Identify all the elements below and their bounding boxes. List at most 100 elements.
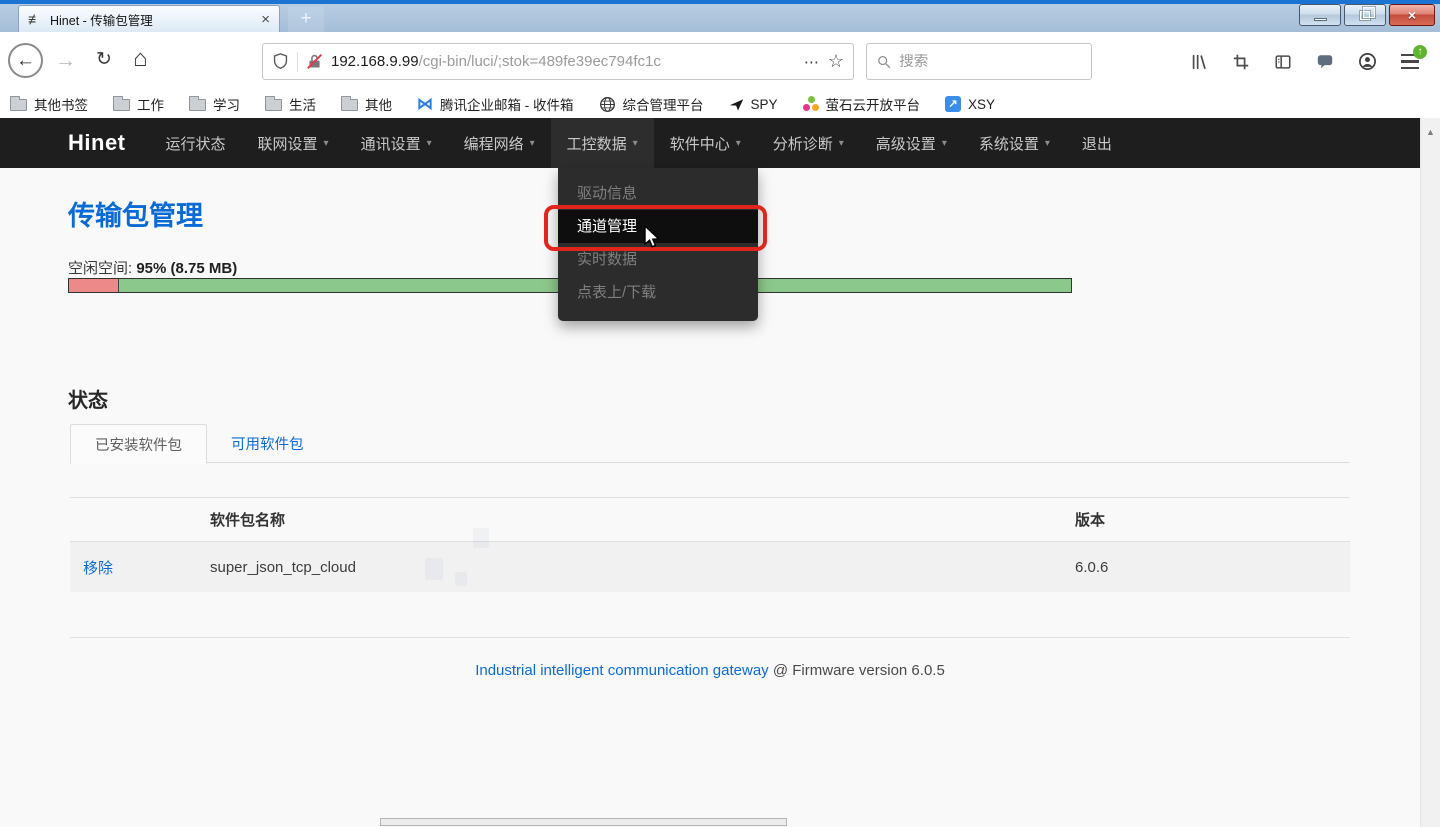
bookmark-folder-life[interactable]: 生活: [265, 94, 316, 114]
header-version: 版本: [1075, 509, 1350, 530]
library-icon[interactable]: [1190, 53, 1208, 71]
nav-label: 通讯设置: [361, 133, 421, 154]
bookmark-label: 萤石云开放平台: [826, 94, 921, 114]
update-badge: ↑: [1413, 45, 1427, 59]
account-icon[interactable]: [1358, 52, 1377, 71]
reload-button[interactable]: ↻: [96, 48, 112, 71]
nav-label: 编程网络: [464, 133, 524, 154]
menu-item-point-table-transfer[interactable]: 点表上/下载: [558, 276, 758, 309]
xsy-icon: ↗: [945, 96, 961, 112]
nav-item-comm-settings[interactable]: 通讯设置 ▾: [345, 118, 448, 168]
home-button[interactable]: ⌂: [133, 45, 148, 73]
remove-link[interactable]: 移除: [83, 560, 113, 577]
bookmark-label: 腾讯企业邮箱 - 收件箱: [440, 94, 574, 114]
tab-title: Hinet - 传输包管理: [50, 10, 253, 29]
bookmark-label: XSY: [968, 97, 995, 112]
bookmark-star-icon[interactable]: ☆: [828, 51, 844, 72]
scroll-up-arrow-icon[interactable]: ▲: [1421, 127, 1440, 137]
minimize-icon: [1314, 18, 1327, 21]
url-text[interactable]: 192.168.9.99/cgi-bin/luci/;stok=489fe39e…: [331, 53, 796, 70]
nav-item-running-status[interactable]: 运行状态: [150, 118, 242, 168]
new-tab-button[interactable]: +: [288, 7, 324, 32]
nav-item-advanced-settings[interactable]: 高级设置▾: [860, 118, 963, 168]
bookmark-mgmt-platform[interactable]: 综合管理平台: [599, 94, 704, 114]
nav-label: 系统设置: [979, 133, 1039, 154]
caret-down-icon: ▾: [324, 138, 329, 149]
close-button[interactable]: ×: [1389, 4, 1435, 26]
mouse-cursor: [640, 224, 664, 250]
gateway-link[interactable]: Industrial intelligent communication gat…: [475, 662, 769, 679]
menu-hamburger-icon[interactable]: ↑: [1401, 54, 1419, 70]
watermark: [425, 528, 505, 593]
free-space-label: 空闲空间:: [68, 260, 132, 277]
restore-button[interactable]: [1344, 4, 1386, 26]
forward-button[interactable]: →: [55, 49, 76, 73]
tab-close-icon[interactable]: ×: [261, 11, 270, 28]
bookmark-folder-misc[interactable]: 其他: [341, 94, 392, 114]
window-top-accent: [0, 0, 1440, 4]
caret-down-icon: ▾: [427, 138, 432, 149]
bookmark-spy[interactable]: SPY: [729, 97, 778, 112]
nav-item-programming-network[interactable]: 编程网络▾: [448, 118, 551, 168]
bookmark-label: SPY: [751, 97, 778, 112]
browser-tab[interactable]: ≢ Hinet - 传输包管理 ×: [18, 5, 280, 32]
table-row: 移除 super_json_tcp_cloud 6.0.6: [70, 542, 1350, 592]
bookmark-folder-study[interactable]: 学习: [189, 94, 240, 114]
bookmark-xsy[interactable]: ↗ XSY: [945, 96, 995, 112]
section-divider: [70, 637, 1350, 638]
bookmark-folder-work[interactable]: 工作: [113, 94, 164, 114]
nav-item-analysis-diagnosis[interactable]: 分析诊断▾: [757, 118, 860, 168]
sidebar-icon[interactable]: [1274, 53, 1292, 71]
page-actions-icon[interactable]: ⋯: [804, 53, 820, 71]
folder-icon: [113, 99, 130, 111]
app-navbar: Hinet 运行状态 联网设置▾ 通讯设置▾ 编程网络▾ 工控数据▾ 软件中心▾…: [0, 118, 1420, 168]
tracking-shield-icon[interactable]: [272, 53, 289, 70]
app-logo[interactable]: Hinet: [68, 130, 126, 156]
nav-item-logout[interactable]: 退出: [1066, 118, 1128, 168]
folder-icon: [341, 99, 358, 111]
insecure-lock-icon[interactable]: [306, 53, 323, 70]
status-heading: 状态: [68, 384, 108, 413]
bookmark-folder-other-bookmarks[interactable]: 其他书签: [10, 94, 88, 114]
bookmark-label: 工作: [137, 94, 164, 114]
free-space-text: 空闲空间: 95% (8.75 MB): [68, 257, 237, 278]
url-host: 192.168.9.99: [331, 53, 419, 70]
horizontal-scrollbar-thumb[interactable]: [380, 818, 787, 826]
restore-icon: [1360, 11, 1370, 20]
bookmark-exmail[interactable]: ⋈腾讯企业邮箱 - 收件箱: [417, 94, 574, 114]
bookmark-label: 其他: [365, 94, 392, 114]
nav-item-software-center[interactable]: 软件中心▾: [654, 118, 757, 168]
screenshot-icon[interactable]: [1232, 53, 1250, 71]
table-header-row: 软件包名称 版本: [70, 497, 1350, 542]
bookmarks-bar: 其他书签 工作 学习 生活 其他 ⋈腾讯企业邮箱 - 收件箱 综合管理平台 SP…: [0, 90, 1440, 118]
minimize-button[interactable]: [1299, 4, 1341, 26]
nav-item-industrial-data[interactable]: 工控数据▾: [551, 118, 654, 168]
caret-down-icon: ▾: [736, 138, 741, 149]
tab-installed-packages[interactable]: 已安装软件包: [70, 424, 207, 464]
back-button[interactable]: ←: [8, 43, 43, 78]
package-name-cell: super_json_tcp_cloud: [210, 559, 1075, 576]
folder-icon: [265, 99, 282, 111]
url-path: /cgi-bin/luci/;stok=489fe39ec794fc1c: [419, 53, 661, 70]
nav-label: 分析诊断: [773, 133, 833, 154]
window-controls: ×: [1299, 4, 1435, 26]
bookmark-ezviz[interactable]: 萤石云开放平台: [803, 94, 921, 114]
vertical-scrollbar[interactable]: ▲: [1420, 118, 1440, 827]
search-icon: [877, 54, 891, 70]
close-icon: ×: [1408, 8, 1416, 22]
address-bar[interactable]: 192.168.9.99/cgi-bin/luci/;stok=489fe39e…: [262, 43, 854, 80]
chat-bubble-icon[interactable]: [1316, 53, 1334, 71]
package-tabs: 已安装软件包 可用软件包: [70, 424, 1350, 463]
nav-item-network-settings[interactable]: 联网设置▾: [242, 118, 345, 168]
bookmark-label: 其他书签: [34, 94, 88, 114]
tab-available-packages[interactable]: 可用软件包: [231, 433, 304, 454]
nav-item-system-settings[interactable]: 系统设置▾: [963, 118, 1066, 168]
bookmark-label: 生活: [289, 94, 316, 114]
caret-down-icon: ▾: [633, 138, 638, 149]
search-input[interactable]: [899, 54, 1081, 70]
page-footer: Industrial intelligent communication gat…: [0, 662, 1420, 679]
dart-icon: [729, 97, 744, 112]
nav-label: 运行状态: [166, 133, 226, 154]
caret-down-icon: ▾: [942, 138, 947, 149]
search-bar[interactable]: [866, 43, 1092, 80]
